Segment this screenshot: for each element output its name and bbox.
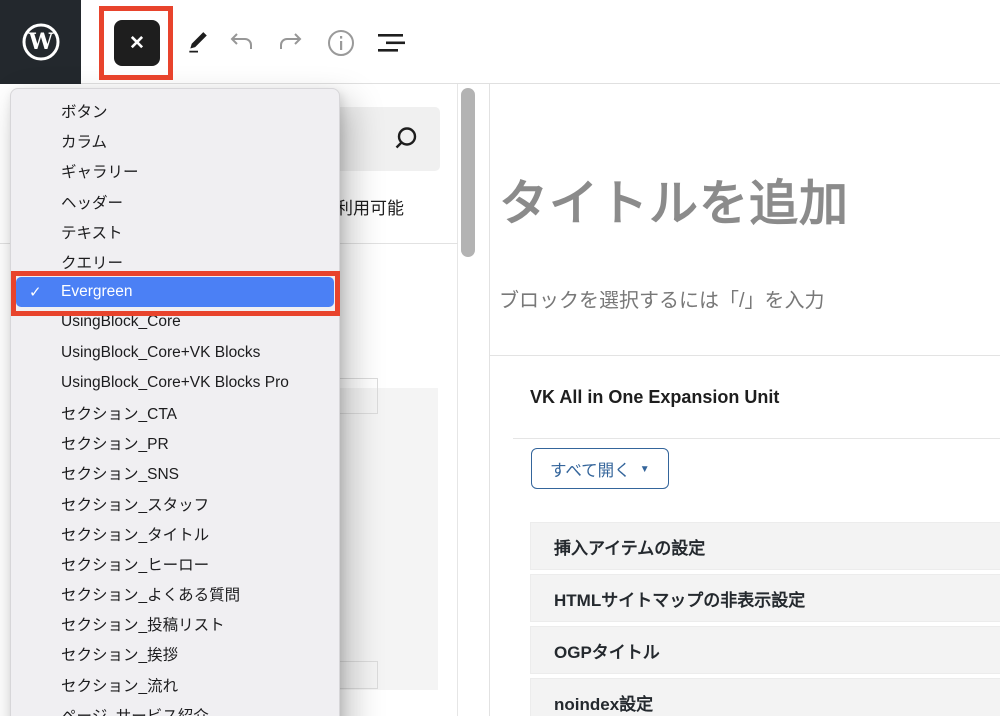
editor-canvas: タイトルを追加 ブロックを選択するには「/」を入力 VK All in One … (489, 84, 1000, 716)
menu-item[interactable]: セクション_流れ (11, 670, 339, 700)
list-view-icon (377, 31, 405, 55)
search-icon (390, 124, 420, 154)
undo-button[interactable] (226, 28, 256, 58)
menu-item[interactable]: ヘッダー (11, 187, 339, 217)
editor-topbar: W ✕ (0, 0, 1000, 84)
accordion-noindex[interactable]: noindex設定 (530, 678, 1000, 716)
menu-item[interactable]: ページ_サービス紹介 (11, 700, 339, 716)
menu-item[interactable]: ボタン (11, 96, 339, 126)
redo-icon (277, 30, 305, 56)
pattern-category-dropdown-menu: ボタン カラム ギャラリー ヘッダー テキスト クエリー ✓ Evergreen… (10, 88, 340, 716)
vk-panel-divider (513, 438, 1000, 439)
menu-item[interactable]: UsingBlock_Core (11, 307, 339, 337)
menu-item[interactable]: ギャラリー (11, 156, 339, 186)
chevron-down-icon: ▼ (640, 464, 650, 475)
sidebar-scrollbar[interactable] (461, 88, 475, 257)
pencil-icon (185, 30, 211, 56)
vk-panel-title: VK All in One Expansion Unit (530, 387, 779, 408)
details-button[interactable] (326, 28, 356, 58)
menu-item[interactable]: セクション_PR (11, 428, 339, 458)
menu-item[interactable]: UsingBlock_Core+VK Blocks Pro (11, 368, 339, 398)
menu-item[interactable]: セクション_よくある質問 (11, 579, 339, 609)
svg-text:W: W (27, 29, 53, 55)
menu-item-label: Evergreen (61, 283, 133, 301)
edit-tool-button[interactable] (183, 28, 213, 58)
tab-available-patterns[interactable]: 利用可能 (336, 194, 404, 219)
accordion-insert-items[interactable]: 挿入アイテムの設定 (530, 522, 1000, 570)
menu-item[interactable]: セクション_SNS (11, 458, 339, 488)
redo-button[interactable] (276, 28, 306, 58)
expand-all-button[interactable]: すべて開く ▼ (531, 448, 669, 489)
menu-item[interactable]: セクション_スタッフ (11, 488, 339, 518)
document-overview-button[interactable] (376, 28, 406, 58)
menu-item[interactable]: テキスト (11, 217, 339, 247)
menu-item[interactable]: セクション_CTA (11, 398, 339, 428)
menu-item[interactable]: セクション_ヒーロー (11, 549, 339, 579)
menu-item[interactable]: クエリー (11, 247, 339, 277)
post-body-placeholder[interactable]: ブロックを選択するには「/」を入力 (499, 284, 825, 313)
menu-item[interactable]: セクション_挨拶 (11, 639, 339, 669)
checkmark-icon: ✓ (29, 283, 42, 301)
expand-all-label: すべて開く (550, 457, 631, 481)
menu-item[interactable]: UsingBlock_Core+VK Blocks (11, 338, 339, 368)
accordion-html-sitemap[interactable]: HTMLサイトマップの非表示設定 (530, 574, 1000, 622)
menu-item[interactable]: カラム (11, 126, 339, 156)
undo-icon (227, 30, 255, 56)
wordpress-logo-button[interactable]: W (0, 0, 81, 84)
canvas-divider (490, 355, 1000, 356)
close-inserter-button[interactable]: ✕ (114, 20, 160, 66)
menu-item[interactable]: セクション_投稿リスト (11, 609, 339, 639)
menu-item[interactable]: セクション_タイトル (11, 519, 339, 549)
accordion-ogp-title[interactable]: OGPタイトル (530, 626, 1000, 674)
menu-item-selected[interactable]: ✓ Evergreen (16, 277, 334, 307)
post-title-placeholder[interactable]: タイトルを追加 (499, 164, 849, 235)
info-icon (327, 29, 355, 57)
close-icon: ✕ (129, 32, 145, 55)
wordpress-logo-icon: W (21, 22, 61, 62)
